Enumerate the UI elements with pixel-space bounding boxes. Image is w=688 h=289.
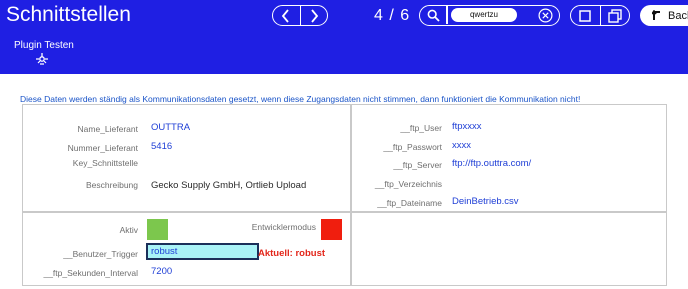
header-bar: Schnittstellen 4 / 6 Back Plugin Testen — [0, 0, 688, 74]
ftp-dateiname-value[interactable]: DeinBetrieb.csv — [452, 196, 519, 207]
benutzer-trigger-label: __Benutzer_Trigger — [63, 249, 138, 259]
record-counter: 4 / 6 — [374, 7, 411, 24]
entwicklermodus-toggle[interactable] — [321, 219, 342, 240]
name-lieferant-value[interactable]: OUTTRA — [151, 122, 190, 133]
single-view-button[interactable] — [571, 6, 601, 25]
nummer-lieferant-value[interactable]: 5416 — [151, 141, 172, 152]
search-icon[interactable] — [427, 9, 440, 22]
square-icon — [579, 9, 591, 22]
ftp-verzeichnis-label: __ftp_Verzeichnis — [374, 179, 442, 189]
plugin-icon[interactable] — [34, 52, 50, 66]
ftp-server-label: __ftp_Server — [393, 160, 442, 170]
search-divider — [446, 6, 448, 24]
page-title: Schnittstellen — [6, 3, 131, 26]
record-navigation — [272, 5, 328, 26]
search-box — [419, 5, 560, 26]
nummer-lieferant-label: Nummer_Lieferant — [67, 143, 138, 153]
sekunden-interval-label: __ftp_Sekunden_Interval — [43, 268, 138, 278]
search-input[interactable] — [451, 8, 517, 22]
previous-record-button[interactable] — [273, 6, 301, 25]
name-lieferant-label: Name_Lieferant — [77, 124, 138, 134]
benutzer-trigger-input[interactable] — [146, 243, 259, 260]
ftp-user-value[interactable]: ftpxxxx — [452, 121, 482, 132]
next-record-button[interactable] — [301, 6, 328, 25]
ftp-server-value[interactable]: ftp://ftp.outtra.com/ — [452, 158, 531, 169]
plugin-test-label[interactable]: Plugin Testen — [14, 40, 74, 51]
entwicklermodus-label: Entwicklermodus — [251, 222, 316, 232]
beschreibung-label: Beschreibung — [86, 180, 138, 190]
stacked-squares-icon — [608, 8, 622, 23]
ftp-user-label: __ftp_User — [400, 123, 442, 133]
info-message: Diese Daten werden ständig als Kommunika… — [20, 94, 581, 104]
back-label: Back — [668, 9, 688, 22]
chevron-left-icon — [282, 8, 289, 23]
aktiv-label: Aktiv — [119, 225, 138, 235]
multi-view-button[interactable] — [601, 6, 630, 25]
ftp-passwort-value[interactable]: xxxx — [452, 140, 471, 151]
aktiv-toggle[interactable] — [147, 219, 168, 240]
ftp-dateiname-label: __ftp_Dateiname — [377, 198, 442, 208]
sekunden-interval-value[interactable]: 7200 — [151, 266, 172, 277]
back-button[interactable]: Back — [640, 5, 688, 26]
key-schnittstelle-label: Key_Schnittstelle — [72, 158, 138, 168]
clear-icon[interactable] — [538, 8, 553, 23]
trigger-current-value: Aktuell: robust — [258, 248, 326, 259]
view-switcher — [570, 5, 630, 26]
empty-panel — [351, 212, 667, 286]
ftp-passwort-label: __ftp_Passwort — [383, 142, 442, 152]
beschreibung-value[interactable]: Gecko Supply GmbH, Ortlieb Upload — [151, 180, 306, 191]
supplier-panel — [22, 104, 351, 212]
chevron-right-icon — [311, 8, 318, 23]
back-arrow-icon — [652, 10, 660, 20]
